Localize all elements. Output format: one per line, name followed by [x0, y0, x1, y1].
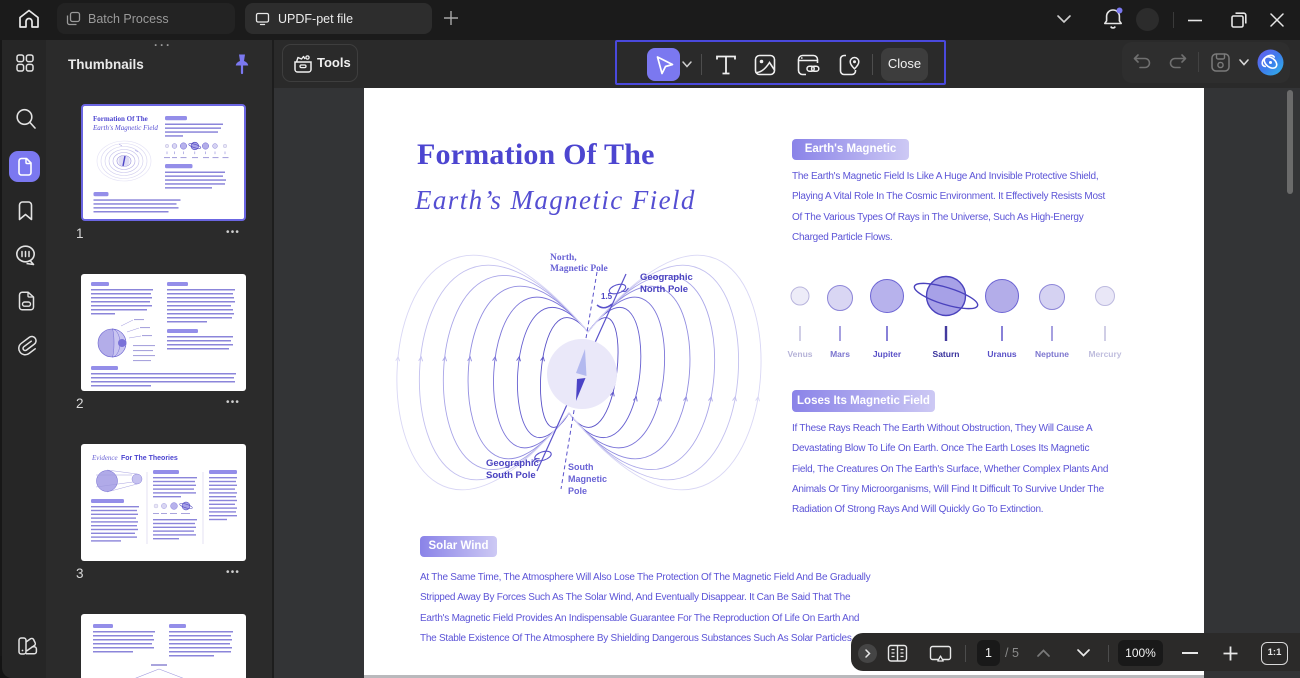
- svg-text:Magnetic: Magnetic: [568, 474, 607, 484]
- svg-text:Mars: Mars: [830, 349, 850, 359]
- svg-text:For The Theories: For The Theories: [121, 455, 178, 462]
- svg-text:Saturn: Saturn: [933, 349, 960, 359]
- svg-text:Magnetic Pole: Magnetic Pole: [550, 264, 608, 274]
- svg-text:Earth's Magnetic Field: Earth's Magnetic Field: [92, 124, 158, 132]
- svg-text:Geographic: Geographic: [640, 272, 693, 283]
- svg-text:Evidence: Evidence: [91, 454, 118, 462]
- svg-text:Neptune: Neptune: [1035, 349, 1069, 359]
- svg-text:Uranus: Uranus: [987, 349, 1017, 359]
- svg-text:Formation Of The: Formation Of The: [93, 115, 148, 123]
- svg-text:South Pole: South Pole: [486, 470, 536, 481]
- svg-text:Geographic: Geographic: [486, 458, 539, 469]
- svg-text:Pole: Pole: [568, 486, 587, 496]
- svg-text:North Pole: North Pole: [640, 284, 688, 295]
- svg-text:Jupiter: Jupiter: [873, 349, 902, 359]
- svg-text:South: South: [568, 462, 594, 472]
- svg-text:Mercury: Mercury: [1088, 349, 1121, 359]
- svg-text:1.5: 1.5: [601, 292, 613, 301]
- svg-text:North,: North,: [550, 253, 577, 263]
